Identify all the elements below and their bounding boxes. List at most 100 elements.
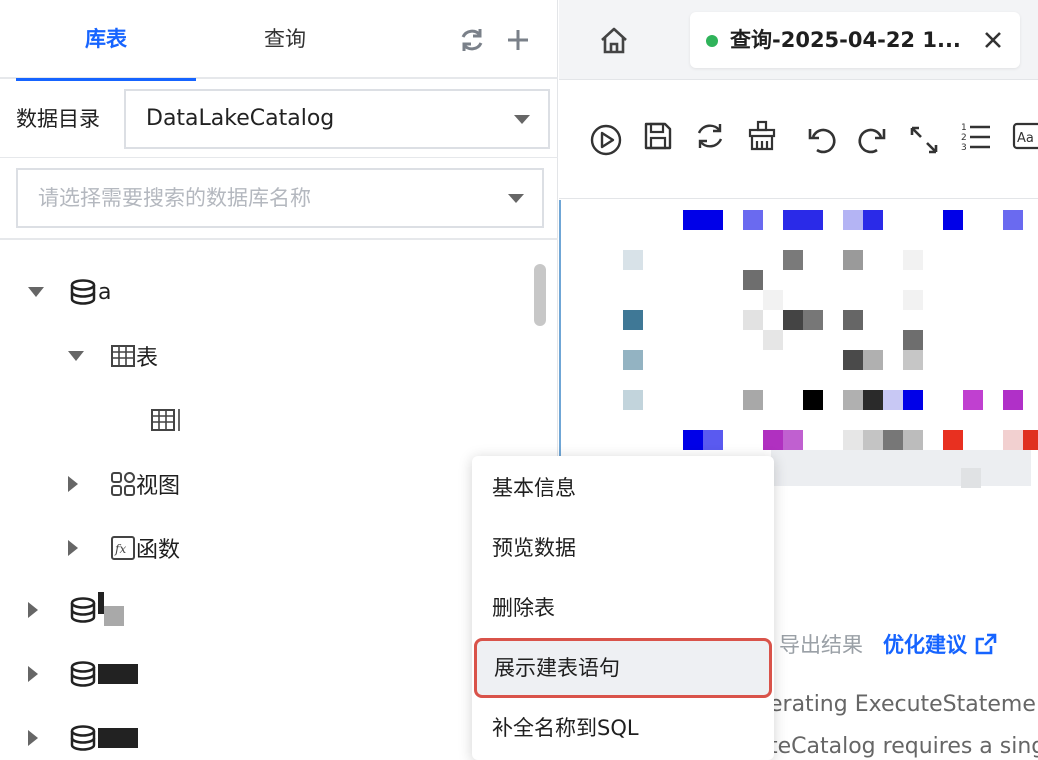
obscured-block [903, 250, 923, 270]
obscured-block [903, 430, 923, 450]
obscured-block [943, 210, 963, 230]
tree-node-db[interactable] [28, 718, 138, 758]
obscured-block [1003, 430, 1023, 450]
undo-icon[interactable] [805, 123, 839, 157]
obscured-block [903, 330, 923, 350]
tree-node-label: a [98, 279, 112, 305]
database-search-placeholder: 请选择需要搜索的数据库名称 [38, 186, 311, 210]
tab-queries[interactable]: 查询 [196, 0, 374, 79]
catalog-row: 数据目录 DataLakeCatalog [0, 80, 558, 158]
font-case-icon[interactable]: Aa [1011, 119, 1038, 153]
table-icon [151, 409, 175, 431]
tree-node-functions[interactable]: fx 函数 [68, 528, 180, 568]
catalog-select[interactable]: DataLakeCatalog [124, 89, 550, 149]
tab-databases[interactable]: 库表 [16, 0, 196, 81]
redacted-name [104, 606, 124, 626]
obscured-block [863, 210, 883, 230]
views-icon [111, 472, 135, 496]
obscured-block [771, 450, 1031, 486]
close-icon[interactable] [980, 27, 1006, 53]
obscured-block [943, 430, 963, 450]
svg-text:Aa: Aa [1017, 131, 1034, 146]
redacted-name [98, 664, 138, 684]
optimization-label: 优化建议 [883, 633, 967, 657]
database-icon [70, 661, 96, 687]
menu-item-delete-table[interactable]: 删除表 [472, 578, 774, 638]
svg-text:2: 2 [961, 133, 967, 143]
obscured-block [803, 390, 823, 410]
optimization-link[interactable]: 优化建议 [883, 629, 997, 659]
chevron-down-icon [508, 194, 524, 203]
caret-down-icon[interactable] [28, 287, 44, 297]
expand-icon[interactable] [907, 123, 941, 157]
obscured-block [843, 430, 863, 450]
menu-item-preview-data[interactable]: 预览数据 [472, 518, 774, 578]
caret-right-icon[interactable] [68, 476, 78, 492]
obscured-block [743, 310, 763, 330]
obscured-block [863, 430, 883, 450]
caret-right-icon[interactable] [28, 602, 38, 618]
tree-node-table[interactable] [150, 400, 180, 440]
obscured-block [623, 310, 643, 330]
obscured-block [783, 250, 803, 270]
catalog-label: 数据目录 [16, 107, 100, 131]
home-icon[interactable] [597, 24, 631, 58]
caret-right-icon[interactable] [28, 666, 38, 682]
database-search-select[interactable]: 请选择需要搜索的数据库名称 [16, 168, 544, 228]
log-output: erating ExecuteStateme teCatalog require… [769, 684, 1038, 760]
clean-icon[interactable] [745, 119, 779, 153]
status-dot [706, 35, 718, 47]
obscured-block [843, 310, 863, 330]
caret-down-icon[interactable] [68, 351, 84, 361]
context-menu: 基本信息 预览数据 删除表 展示建表语句 补全名称到SQL [472, 456, 774, 760]
obscured-block [1003, 210, 1023, 230]
obscured-block [1003, 390, 1023, 410]
obscured-block [743, 210, 763, 230]
export-result-button[interactable]: 导出结果 [779, 629, 863, 659]
result-actions: 导出结果 优化建议 [779, 624, 997, 664]
obscured-block [803, 310, 823, 330]
tree-node-db[interactable] [28, 654, 138, 694]
redo-icon[interactable] [855, 123, 889, 157]
redacted-name [178, 409, 180, 431]
save-icon[interactable] [641, 119, 675, 153]
obscured-block [843, 250, 863, 270]
obscured-block [703, 430, 723, 450]
obscured-block [623, 250, 643, 270]
caret-right-icon[interactable] [68, 540, 78, 556]
editor-tab-bar: 查询-2025-04-22 1... [559, 0, 1038, 80]
tab-actions [458, 22, 532, 58]
obscured-block [683, 430, 703, 450]
log-line: erating ExecuteStateme [769, 692, 1036, 717]
database-icon [70, 597, 96, 623]
tree-node-views[interactable]: 视图 [68, 464, 180, 504]
refresh-icon[interactable] [458, 26, 486, 54]
tree-node-label: 函数 [136, 538, 181, 563]
tab-query[interactable]: 查询-2025-04-22 1... [690, 12, 1020, 68]
tree-node-tables[interactable]: 表 [68, 336, 158, 376]
refresh-icon[interactable] [693, 119, 727, 153]
numbered-list-icon[interactable]: 123 [959, 119, 993, 153]
obscured-block [883, 430, 903, 450]
tree-node-db[interactable] [28, 590, 124, 630]
menu-item-basic-info[interactable]: 基本信息 [472, 458, 774, 518]
editor-toolbar: 123 Aa [559, 81, 1038, 199]
database-icon [70, 279, 96, 305]
caret-right-icon[interactable] [28, 730, 38, 746]
table-icon [111, 345, 135, 367]
obscured-block [903, 290, 923, 310]
obscured-block [1023, 430, 1038, 450]
menu-item-show-create-table[interactable]: 展示建表语句 [474, 638, 772, 698]
obscured-block [743, 390, 763, 410]
svg-text:fx: fx [114, 542, 126, 556]
scrollbar-thumb[interactable] [534, 264, 546, 326]
obscured-block [903, 350, 923, 370]
obscured-block [763, 430, 783, 450]
plus-icon[interactable] [504, 26, 532, 54]
tree-node-db-a[interactable]: a [28, 272, 111, 312]
obscured-block [743, 270, 763, 290]
external-link-icon [975, 633, 997, 655]
menu-item-complete-name-to-sql[interactable]: 补全名称到SQL [472, 698, 774, 758]
query-tab-title: 查询-2025-04-22 1... [730, 28, 961, 52]
run-icon[interactable] [589, 123, 623, 157]
